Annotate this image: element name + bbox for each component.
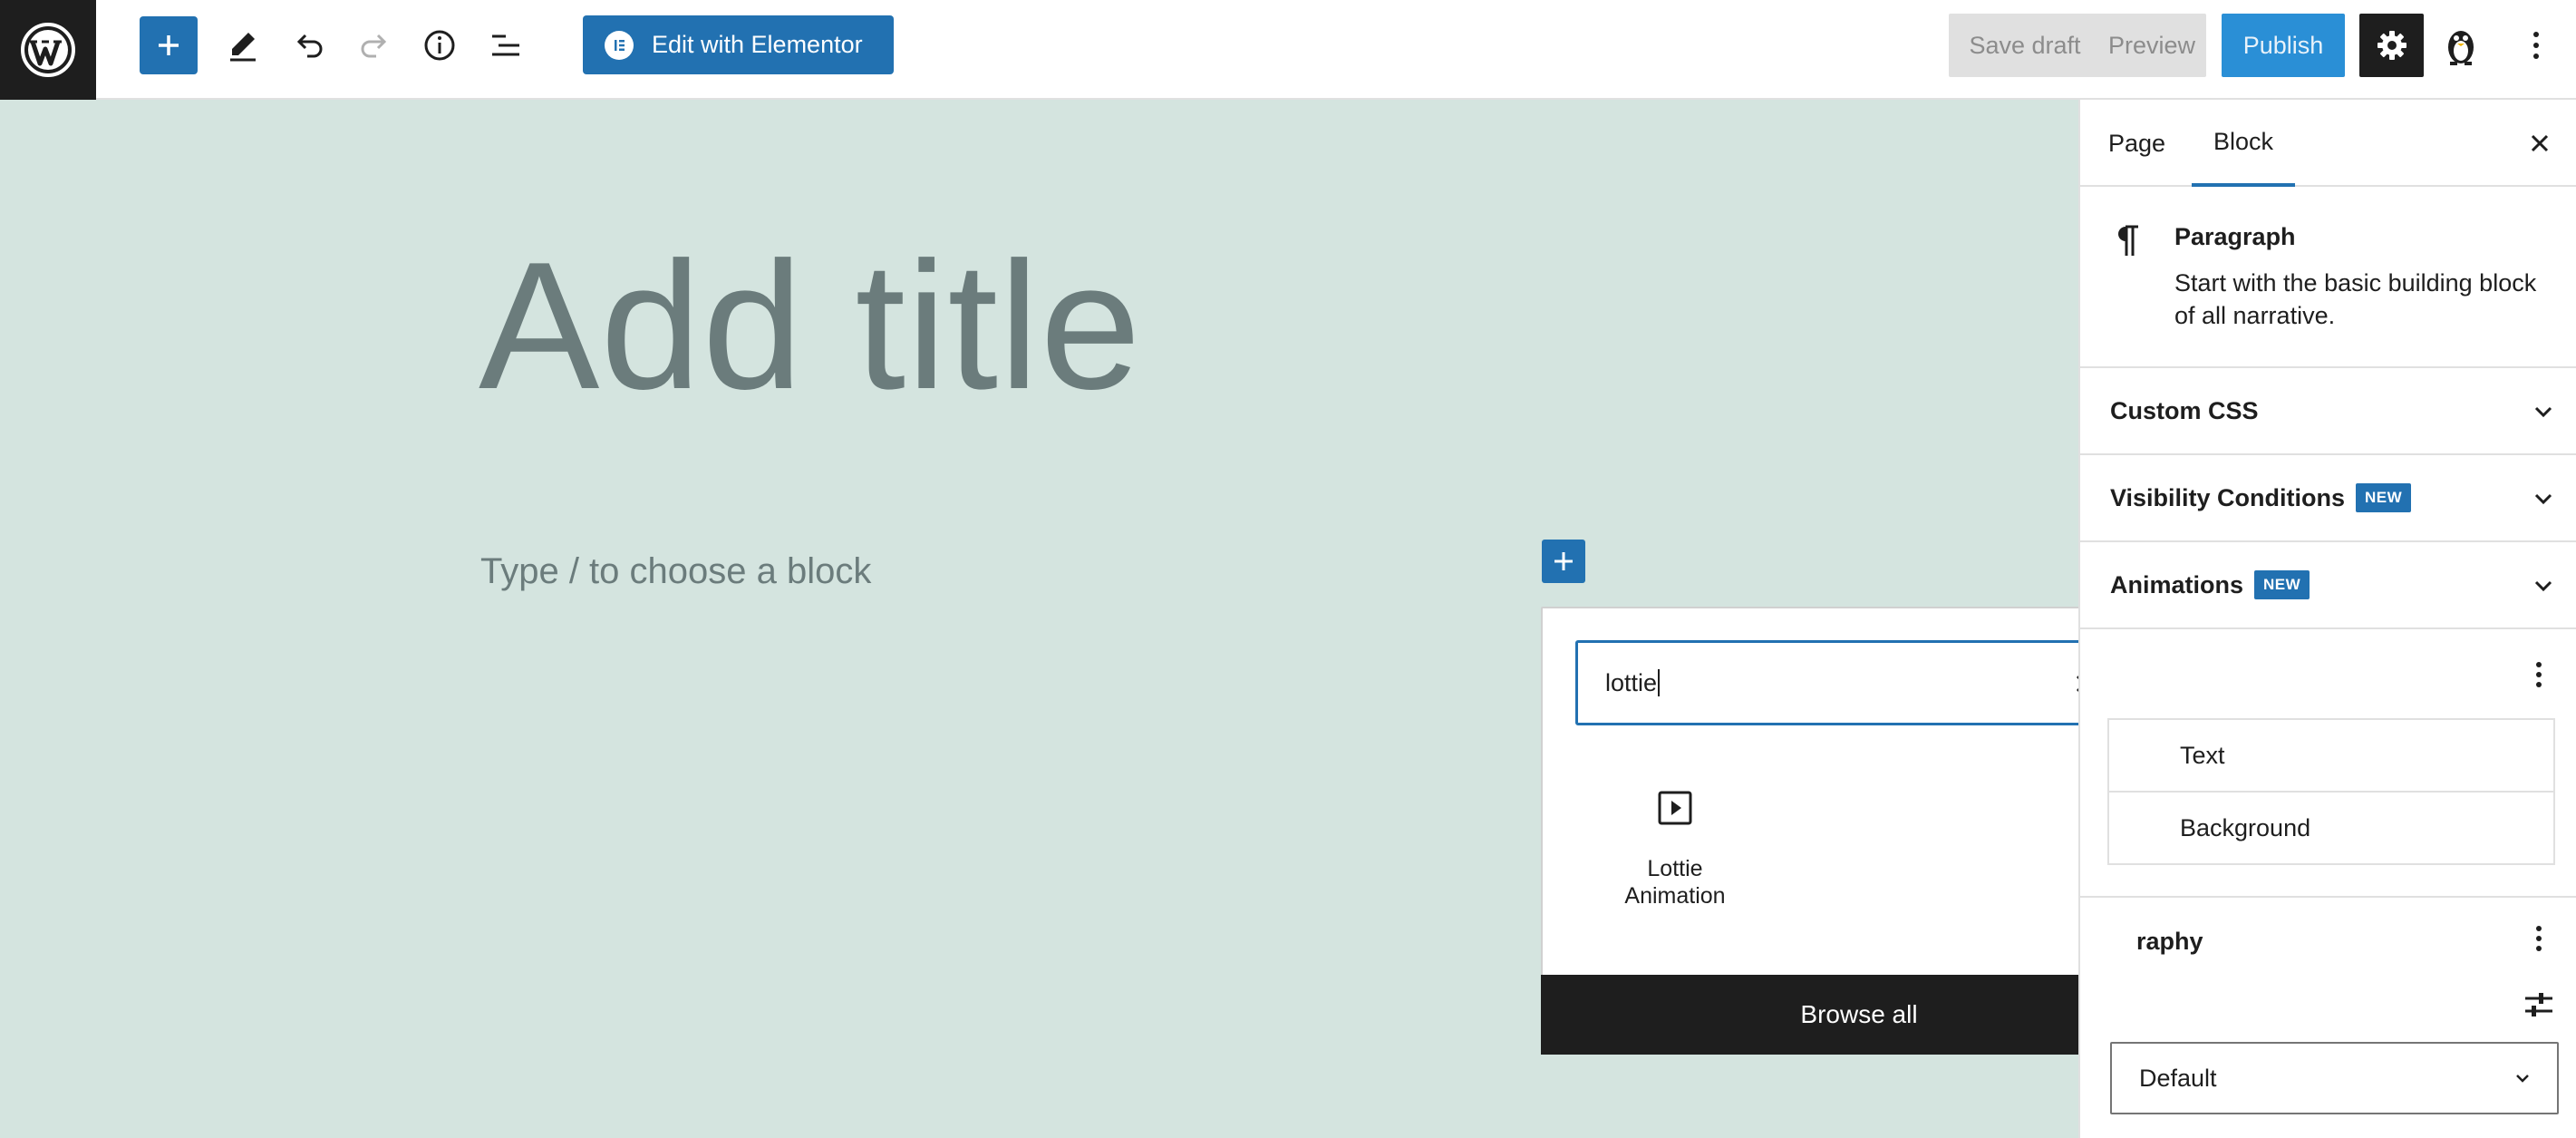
edit-with-elementor-button[interactable]: Edit with Elementor [583, 15, 894, 74]
settings-button[interactable] [2359, 14, 2424, 77]
block-card-description: Start with the basic building block of a… [2174, 269, 2537, 329]
typography-options-button[interactable] [2526, 920, 2552, 957]
chevron-down-icon [2534, 580, 2552, 592]
preview-button[interactable]: Preview [2097, 14, 2206, 77]
chevron-down-icon [2534, 493, 2552, 505]
info-icon [424, 30, 455, 61]
more-vertical-icon [2536, 926, 2542, 951]
undo-button[interactable] [280, 16, 338, 74]
edit-with-elementor-label: Edit with Elementor [652, 31, 863, 58]
panel-visibility-conditions[interactable]: Visibility Conditions NEW [2080, 455, 2576, 542]
play-icon [1655, 788, 1695, 828]
more-vertical-icon [2533, 32, 2539, 59]
wordpress-logo-icon[interactable] [0, 0, 96, 100]
color-text-item[interactable]: Text [2107, 718, 2555, 793]
tab-block[interactable]: Block [2192, 100, 2296, 187]
paragraph-block-placeholder[interactable]: Type / to choose a block [480, 551, 871, 592]
text-caret [1658, 669, 1661, 696]
panel-visibility-title: Visibility Conditions [2110, 483, 2346, 511]
close-icon [2531, 134, 2549, 152]
sliders-icon [2525, 993, 2552, 1016]
chevron-down-icon [2516, 1075, 2529, 1083]
save-draft-button[interactable]: Save draft [1949, 14, 2101, 77]
more-vertical-icon [2536, 662, 2542, 687]
sidebar-tabs: Page Block [2080, 100, 2576, 187]
panel-custom-css[interactable]: Custom CSS [2080, 368, 2576, 455]
undo-icon [296, 34, 323, 58]
block-result-lottie-animation[interactable]: Lottie Animation [1593, 788, 1757, 909]
paragraph-icon [2113, 223, 2140, 268]
settings-sidebar: Page Block Paragraph Start with the basi… [2078, 100, 2576, 1138]
new-badge: NEW [2356, 483, 2412, 512]
panel-typography-title: raphy [2136, 928, 2203, 955]
editor-toolbar: Edit with Elementor Save draft Preview P… [0, 0, 2576, 100]
block-result-label: Lottie [1647, 856, 1703, 881]
list-view-button[interactable] [477, 16, 535, 74]
list-view-icon [492, 34, 519, 56]
panel-custom-css-title: Custom CSS [2110, 396, 2259, 424]
post-title-field[interactable]: Add title [479, 236, 1142, 417]
color-options-button[interactable] [2526, 657, 2552, 693]
close-sidebar-button[interactable] [2522, 125, 2558, 161]
elementor-icon [605, 30, 634, 60]
add-block-button[interactable] [1542, 540, 1585, 583]
redo-icon [361, 34, 387, 58]
redo-button[interactable] [345, 16, 403, 74]
pencil-icon [230, 33, 256, 62]
options-menu-button[interactable] [2511, 20, 2561, 71]
chevron-down-icon [2534, 406, 2552, 418]
details-button[interactable] [411, 16, 469, 74]
tools-button[interactable] [214, 16, 272, 74]
panel-divider [2080, 896, 2576, 898]
block-card: Paragraph Start with the basic building … [2080, 187, 2576, 368]
gear-icon [2377, 31, 2407, 60]
publish-button[interactable]: Publish [2222, 14, 2345, 77]
typography-settings-button[interactable] [2521, 987, 2557, 1023]
block-card-title: Paragraph [2174, 223, 2296, 250]
font-size-select-value: Default [2139, 1064, 2217, 1092]
block-result-label-line2: Animation [1624, 883, 1726, 909]
plus-icon [1554, 552, 1573, 570]
plugin-avatar-icon[interactable] [2436, 20, 2486, 71]
panel-animations[interactable]: Animations NEW [2080, 542, 2576, 629]
block-search-input[interactable]: lottie [1575, 640, 2148, 725]
font-size-select[interactable]: Default [2110, 1042, 2559, 1114]
block-inserter-button[interactable] [140, 16, 198, 74]
color-background-item[interactable]: Background [2107, 791, 2555, 865]
new-badge: NEW [2254, 570, 2310, 599]
plus-icon [159, 35, 179, 55]
panel-animations-title: Animations [2110, 570, 2244, 598]
search-input-value: lottie [1605, 668, 1658, 696]
tab-page[interactable]: Page [2108, 100, 2165, 187]
